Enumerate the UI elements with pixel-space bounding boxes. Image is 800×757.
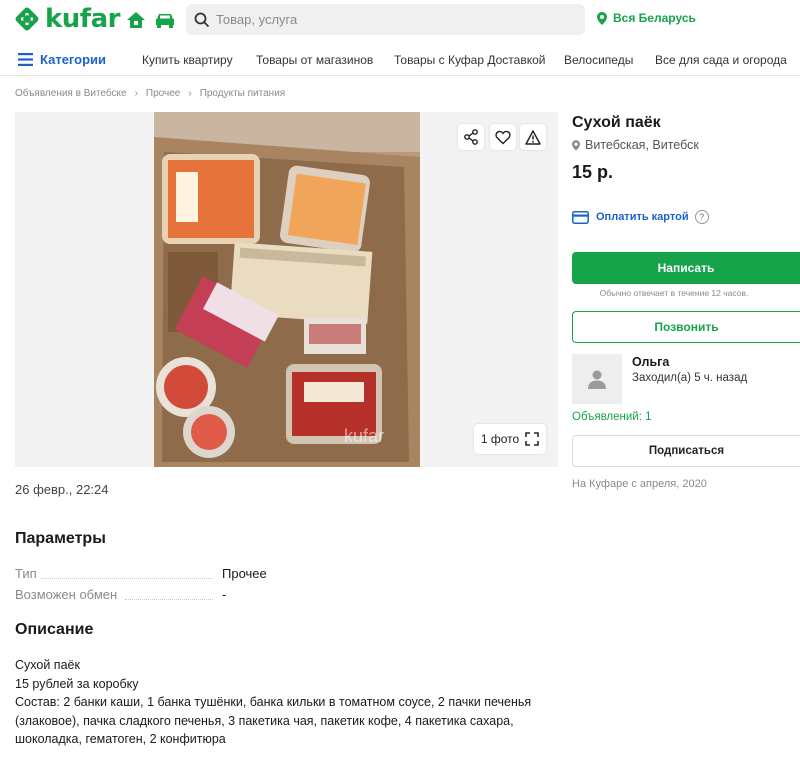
kufar-logo[interactable]: kufar — [14, 6, 120, 32]
seller-name[interactable]: Ольга — [632, 355, 669, 369]
param-row: Возможен обмен - — [15, 587, 315, 605]
breadcrumb-item[interactable]: Объявления в Витебске — [15, 88, 127, 99]
description-text: Сухой паёк 15 рублей за коробку Состав: … — [15, 656, 560, 749]
breadcrumb: Объявления в Витебске › Прочее › Продукт… — [15, 88, 285, 99]
seller-last-seen: Заходил(а) 5 ч. назад — [632, 372, 748, 384]
region-label: Вся Беларусь — [613, 11, 696, 25]
search-input[interactable] — [216, 12, 576, 27]
expand-icon — [525, 432, 539, 446]
help-icon[interactable]: ? — [694, 210, 709, 224]
top-header: kufar Вся Беларусь — [0, 0, 800, 40]
user-icon — [588, 370, 606, 389]
report-button[interactable] — [520, 124, 546, 150]
photo-watermark: kufar — [344, 426, 384, 446]
nav-item-store-goods[interactable]: Товары от магазинов — [256, 53, 373, 67]
search-icon[interactable] — [194, 12, 210, 28]
car-icon[interactable] — [154, 10, 176, 30]
categories-label: Категории — [40, 52, 107, 67]
param-value: Прочее — [222, 566, 267, 581]
search-bar[interactable] — [186, 4, 585, 35]
listing-date: 26 февр., 22:24 — [15, 482, 109, 497]
listing-title: Сухой паёк — [572, 114, 661, 131]
param-key: Возможен обмен — [15, 587, 118, 602]
pay-card-link[interactable]: Оплатить картой ? — [572, 210, 709, 224]
param-value: - — [222, 587, 227, 602]
category-nav: Категории Купить квартиру Товары от мага… — [0, 44, 800, 76]
home-icon[interactable] — [125, 10, 147, 30]
nav-item-buy-apartment[interactable]: Купить квартиру — [142, 53, 233, 67]
logo-mark-icon — [15, 7, 39, 31]
region-selector[interactable]: Вся Беларусь — [597, 11, 696, 25]
breadcrumb-item[interactable]: Продукты питания — [200, 88, 286, 99]
categories-button[interactable]: Категории — [18, 52, 106, 67]
avatar[interactable] — [572, 354, 622, 404]
pay-card-label: Оплатить картой — [596, 211, 689, 223]
location-pin-icon — [572, 139, 580, 151]
nav-item-delivery-goods[interactable]: Товары с Куфар Доставкой — [394, 53, 545, 67]
heart-icon — [495, 130, 511, 144]
write-message-button[interactable]: Написать — [572, 252, 800, 284]
food-box-photo: kufar — [154, 112, 420, 467]
listing-location: Витебская, Витебск — [572, 138, 699, 152]
params-heading: Параметры — [15, 530, 106, 547]
photo-gallery[interactable]: kufar 1 фото — [15, 112, 558, 467]
share-icon — [464, 129, 478, 145]
location-pin-icon — [597, 11, 607, 25]
warning-icon — [525, 129, 541, 145]
seller-since: На Куфаре с апреля, 2020 — [572, 478, 707, 490]
param-divider — [125, 599, 213, 600]
call-button[interactable]: Позвонить — [572, 311, 800, 343]
subscribe-button[interactable]: Подписаться — [572, 435, 800, 467]
seller-ads-count[interactable]: Объявлений: 1 — [572, 411, 652, 423]
breadcrumb-item[interactable]: Прочее — [146, 88, 180, 99]
card-icon — [572, 210, 589, 224]
listing-photo[interactable]: kufar — [154, 112, 420, 467]
description-line: Сухой паёк — [15, 658, 80, 672]
hamburger-icon — [18, 53, 33, 66]
description-heading: Описание — [15, 621, 94, 638]
description-line: Состав: 2 банки каши, 1 банка тушёнки, б… — [15, 695, 532, 746]
reply-time-note: Обычно отвечает в течение 12 часов. — [599, 288, 749, 298]
logo-text: kufar — [45, 4, 120, 34]
breadcrumb-separator: › — [134, 88, 138, 99]
nav-item-bicycles[interactable]: Велосипеды — [564, 53, 633, 67]
favorite-button[interactable] — [490, 124, 516, 150]
share-button[interactable] — [458, 124, 484, 150]
breadcrumb-separator: › — [188, 88, 192, 99]
location-label: Витебская, Витебск — [585, 138, 699, 152]
nav-item-garden[interactable]: Все для сада и огорода — [655, 53, 787, 67]
listing-price: 15 р. — [572, 162, 614, 182]
photo-count-label: 1 фото — [480, 432, 520, 446]
param-row: Тип Прочее — [15, 566, 315, 584]
description-line: 15 рублей за коробку — [15, 676, 139, 691]
param-divider — [41, 578, 213, 579]
param-key: Тип — [15, 566, 37, 581]
photo-count-button[interactable]: 1 фото — [474, 424, 546, 454]
